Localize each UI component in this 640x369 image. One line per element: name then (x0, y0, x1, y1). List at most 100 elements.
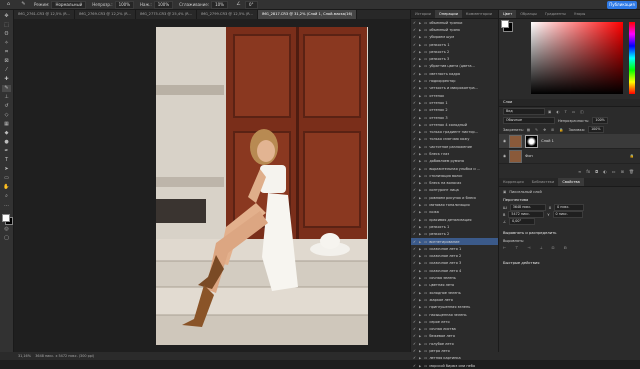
action-item[interactable]: ✓ ▶ ▭ кожа (411, 209, 498, 216)
checkmark-icon[interactable]: ✓ (413, 152, 417, 156)
expand-arrow-icon[interactable]: ▶ (419, 79, 422, 83)
expand-arrow-icon[interactable]: ▶ (419, 86, 422, 90)
expand-arrow-icon[interactable]: ▶ (419, 283, 422, 287)
action-item[interactable]: ✓ ▶ ▭ сказочное лето 1 (411, 245, 498, 252)
checkmark-icon[interactable]: ✓ (413, 342, 417, 346)
expand-arrow-icon[interactable]: ▶ (419, 240, 422, 244)
expand-arrow-icon[interactable]: ▶ (419, 72, 422, 76)
action-item[interactable]: ✓ ▶ ▭ объемный тряпк (411, 26, 498, 33)
expand-arrow-icon[interactable]: ▶ (419, 57, 422, 61)
checkmark-icon[interactable]: ✓ (413, 210, 417, 214)
expand-arrow-icon[interactable]: ▶ (419, 181, 422, 185)
checkmark-icon[interactable]: ✓ (413, 291, 417, 295)
align-icons[interactable]: ⊢ ⊤ ⊣ ⊥ ⊡ ⊟ (499, 244, 640, 251)
action-item[interactable]: ✓ ▶ ▭ сказочное лето 4 (411, 267, 498, 274)
checkmark-icon[interactable]: ✓ (413, 327, 417, 331)
trash-icon[interactable]: 🗑 (629, 169, 634, 174)
expand-arrow-icon[interactable]: ▶ (419, 203, 422, 207)
action-item[interactable]: ✓ ▶ ▭ матовая тонализация (411, 201, 498, 208)
layer-row[interactable]: ◉ Фон 🔒 (499, 149, 640, 164)
eyedropper-tool-icon[interactable]: ⁄ (2, 67, 11, 74)
expand-arrow-icon[interactable]: ▶ (419, 130, 422, 134)
action-item[interactable]: ✓ ▶ ▭ цветная лето (411, 282, 498, 289)
expand-arrow-icon[interactable]: ▶ (419, 137, 422, 141)
action-item[interactable]: ✓ ▶ ▭ резкостъ 1 (411, 41, 498, 48)
checkmark-icon[interactable]: ✓ (413, 196, 417, 200)
action-item[interactable]: ✓ ▶ ▭ блеск глаз (411, 150, 498, 157)
action-item[interactable]: ✓ ▶ ▭ блеск на волосах (411, 180, 498, 187)
checkmark-icon[interactable]: ✓ (413, 35, 417, 39)
color-panel-tab[interactable]: Образцы (516, 10, 541, 18)
document-tab[interactable]: IMG_2775.CR3 @ 25,4% (R... (136, 10, 197, 19)
brush-tool-icon[interactable]: ✎ (2, 85, 11, 92)
checkmark-icon[interactable]: ✓ (413, 64, 417, 68)
action-item[interactable]: ✓ ▶ ▭ сочная листва (411, 325, 498, 332)
quick-mask-icon[interactable]: ◎ (2, 226, 11, 233)
expand-arrow-icon[interactable]: ▶ (419, 334, 422, 338)
expand-arrow-icon[interactable]: ▶ (419, 247, 422, 251)
checkmark-icon[interactable]: ✓ (413, 203, 417, 207)
checkmark-icon[interactable]: ✓ (413, 225, 417, 229)
layer-opacity-field[interactable]: 100% (592, 117, 608, 124)
action-item[interactable]: ✓ ▶ ▭ добавляем румяна (411, 158, 498, 165)
home-icon[interactable]: ⌂ (4, 1, 13, 8)
expand-arrow-icon[interactable]: ▶ (419, 35, 422, 39)
align-section-title[interactable]: Выровнять и распределить (499, 229, 640, 237)
expand-arrow-icon[interactable]: ▶ (419, 276, 422, 280)
expand-arrow-icon[interactable]: ▶ (419, 64, 422, 68)
gradient-tool-icon[interactable]: ▦ (2, 121, 11, 128)
marquee-tool-icon[interactable]: ⬚ (2, 22, 11, 29)
expand-arrow-icon[interactable]: ▶ (419, 145, 422, 149)
checkmark-icon[interactable]: ✓ (413, 261, 417, 265)
action-item[interactable]: ✓ ▶ ▭ объемный тряпки (411, 19, 498, 26)
checkmark-icon[interactable]: ✓ (413, 57, 417, 61)
expand-arrow-icon[interactable]: ▶ (419, 188, 422, 192)
expand-arrow-icon[interactable]: ▶ (419, 305, 422, 309)
history-brush-tool-icon[interactable]: ↺ (2, 103, 11, 110)
properties-panel-tab[interactable]: Коррекция (499, 178, 528, 186)
checkmark-icon[interactable]: ✓ (413, 232, 417, 236)
new-layer-icon[interactable]: ⊞ (621, 169, 624, 174)
checkmark-icon[interactable]: ✓ (413, 188, 417, 192)
expand-arrow-icon[interactable]: ▶ (419, 43, 422, 47)
lock-icon[interactable]: 🔒 (630, 154, 634, 158)
expand-arrow-icon[interactable]: ▶ (419, 313, 422, 317)
expand-arrow-icon[interactable]: ▶ (419, 101, 422, 105)
action-item[interactable]: ✓ ▶ ▭ ретро лето (411, 347, 498, 354)
frame-tool-icon[interactable]: ⊠ (2, 58, 11, 65)
flow-field[interactable]: 100% (153, 0, 174, 9)
expand-arrow-icon[interactable]: ▶ (419, 291, 422, 295)
expand-arrow-icon[interactable]: ▶ (419, 320, 422, 324)
color-panel-tab[interactable]: Цвет (499, 10, 517, 18)
foreground-color-swatch[interactable] (1, 214, 10, 222)
brush-preset-icon[interactable]: ✎ (19, 1, 28, 8)
action-item[interactable]: ✓ ▶ ▭ морской бирюз или небо (411, 362, 498, 369)
action-item[interactable]: ✓ ▶ ▭ светлость кадра (411, 70, 498, 77)
actions-panel-tab[interactable]: Операции (434, 10, 462, 18)
y-field[interactable]: 0 пикс. (552, 211, 583, 218)
checkmark-icon[interactable]: ✓ (413, 320, 417, 324)
shape-tool-icon[interactable]: ▭ (2, 175, 11, 182)
action-item[interactable]: ✓ ▶ ▭ только смягчаю кожу (411, 136, 498, 143)
checkmark-icon[interactable]: ✓ (413, 86, 417, 90)
checkmark-icon[interactable]: ✓ (413, 298, 417, 302)
checkmark-icon[interactable]: ✓ (413, 101, 417, 105)
expand-arrow-icon[interactable]: ▶ (419, 21, 422, 25)
link-icon[interactable]: ∞ (578, 169, 581, 174)
action-item[interactable]: ✓ ▶ ▭ резкость 1 (411, 223, 498, 230)
actions-panel-tab[interactable]: Истории (411, 10, 435, 18)
zoom-readout[interactable]: 31,16% (18, 354, 31, 358)
move-tool-icon[interactable]: ✥ (2, 13, 11, 20)
action-item[interactable]: ✓ ▶ ▭ вигнетирование (411, 237, 498, 246)
expand-arrow-icon[interactable]: ▶ (419, 196, 422, 200)
document-canvas[interactable] (156, 27, 368, 345)
action-item[interactable]: ✓ ▶ ▭ насыщенная зелень (411, 311, 498, 318)
layer-filter-select[interactable]: Вид (503, 108, 545, 115)
checkmark-icon[interactable]: ✓ (413, 181, 417, 185)
visibility-eye-icon[interactable]: ◉ (503, 139, 506, 143)
action-item[interactable]: ✓ ▶ ▭ красивая детализация (411, 216, 498, 223)
expand-arrow-icon[interactable]: ▶ (419, 174, 422, 178)
checkmark-icon[interactable]: ✓ (413, 130, 417, 134)
checkmark-icon[interactable]: ✓ (413, 28, 417, 32)
quick-actions-title[interactable]: Быстрые действия (499, 259, 640, 267)
